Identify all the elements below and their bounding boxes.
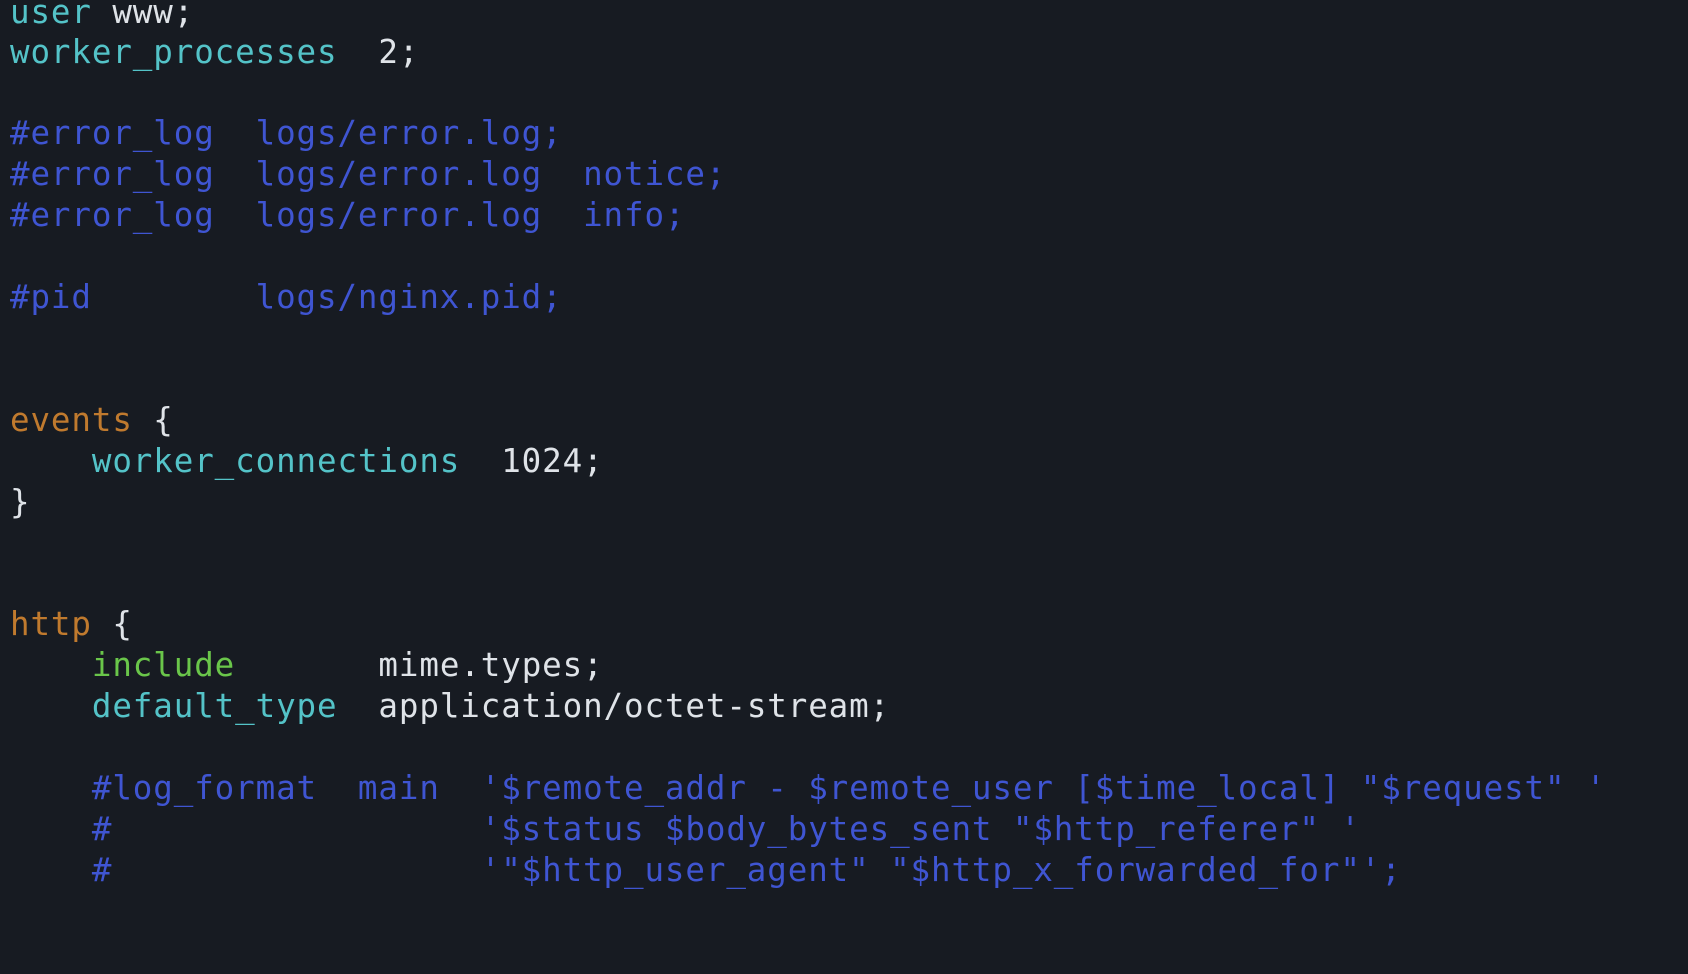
code-token: worker_connections — [91, 442, 461, 480]
code-token: default_type — [91, 687, 338, 725]
code-line: } — [10, 480, 30, 524]
code-token: www; — [91, 0, 195, 31]
code-line: default_type application/octet-stream; — [10, 684, 890, 728]
code-line: include mime.types; — [10, 643, 604, 687]
code-token: 1024; — [460, 442, 604, 480]
code-editor[interactable]: user www; worker_processes 2; #error_log… — [0, 0, 1688, 974]
code-line: worker_connections 1024; — [10, 439, 604, 483]
code-line: #pid logs/nginx.pid; — [10, 275, 563, 319]
code-line: events { — [10, 398, 174, 442]
code-token: events — [10, 401, 133, 439]
code-token: include — [91, 646, 236, 684]
code-token: #error_log logs/error.log info; — [10, 196, 686, 234]
code-token: worker_processes — [10, 33, 338, 71]
code-token: } — [10, 483, 31, 521]
code-token: #log_format main '$remote_addr - $remote… — [10, 769, 1607, 807]
code-line: #error_log logs/error.log info; — [10, 193, 685, 237]
code-line: # '$status $body_bytes_sent "$http_refer… — [10, 807, 1361, 851]
code-token: #pid logs/nginx.pid; — [10, 278, 563, 316]
code-token: { — [132, 401, 174, 439]
code-token: http — [10, 605, 92, 643]
code-token: #error_log logs/error.log notice; — [10, 155, 727, 193]
code-token: # '"$http_user_agent" "$http_x_forwarded… — [10, 851, 1402, 889]
code-line: #error_log logs/error.log; — [10, 111, 563, 155]
code-line: #error_log logs/error.log notice; — [10, 152, 726, 196]
code-token: 2; — [337, 33, 420, 71]
code-token: #error_log logs/error.log; — [10, 114, 563, 152]
code-token: user — [10, 0, 92, 31]
code-token: application/octet-stream; — [337, 687, 891, 725]
code-token: { — [91, 605, 133, 643]
code-line: user www; — [10, 0, 194, 34]
code-line: #log_format main '$remote_addr - $remote… — [10, 766, 1606, 810]
code-line: http { — [10, 602, 133, 646]
code-token: mime.types; — [235, 646, 604, 684]
code-line: worker_processes 2; — [10, 30, 419, 74]
code-token: # '$status $body_bytes_sent "$http_refer… — [10, 810, 1361, 848]
code-line: # '"$http_user_agent" "$http_x_forwarded… — [10, 848, 1402, 892]
